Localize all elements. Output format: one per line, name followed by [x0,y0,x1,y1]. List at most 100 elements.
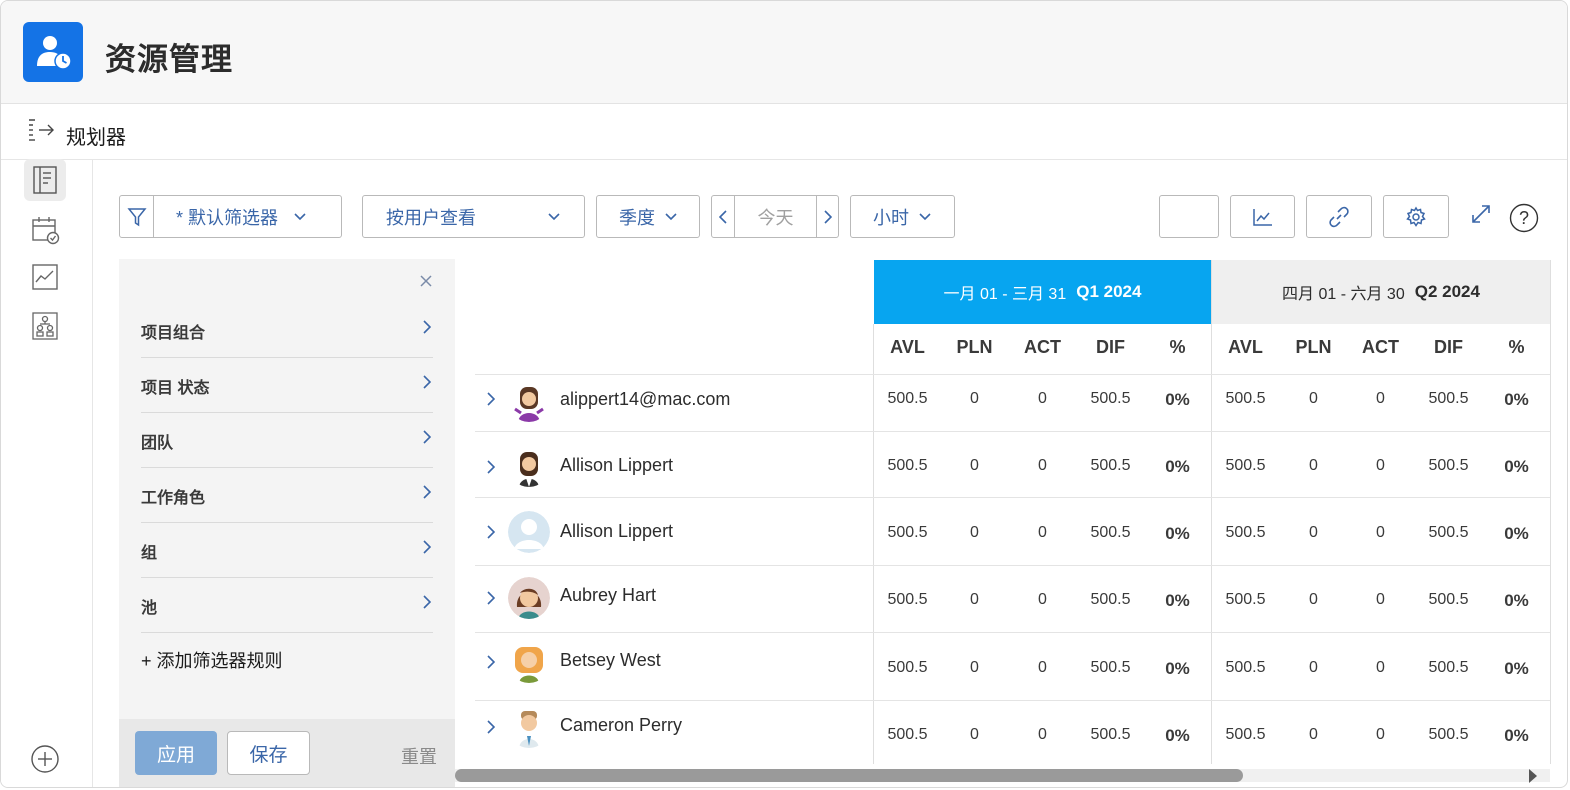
divider [1550,260,1551,764]
filter-select[interactable]: * 默认筛选器 [153,195,342,238]
cell-value: 0% [1504,524,1529,543]
period-select[interactable]: 季度 [596,195,700,238]
page-title: 规划器 [66,127,126,149]
cell-value: 0 [1376,524,1385,541]
cell-value: 0 [1376,659,1385,676]
close-icon[interactable] [419,271,433,294]
cell-value: 0 [1038,524,1047,541]
quarter-header: 四月 01 - 六月 30 Q2 2024 [1212,260,1550,324]
filter-item-label: 项目组合 [141,325,206,342]
user-name[interactable]: Aubrey Hart [560,585,656,606]
org-chart-icon[interactable] [24,305,66,347]
settings-button[interactable] [1383,195,1449,238]
cell-value: 500.5 [1225,457,1266,474]
chevron-right-icon[interactable] [487,460,495,474]
cell-value: 500.5 [1090,591,1131,608]
chart-toggle-button[interactable] [1230,195,1295,238]
filter-item[interactable]: 工作角色 [141,468,433,523]
user-name[interactable]: alippert14@mac.com [560,389,730,410]
link-button[interactable] [1306,195,1372,238]
cell-value: 0 [1038,390,1047,407]
avatar [509,708,549,748]
chevron-down-icon [919,212,931,220]
avatar [509,447,549,487]
filter-item-label: 工作角色 [141,490,206,507]
cell-value: 500.5 [1428,457,1469,474]
chevron-right-icon[interactable] [487,655,495,669]
user-name[interactable]: Allison Lippert [560,521,673,542]
filter-item-label: 池 [141,600,158,617]
column-header: PLN [1295,337,1332,357]
help-icon[interactable]: ? [1509,203,1539,238]
planner-icon[interactable] [24,159,66,201]
filter-item[interactable]: 项目组合 [141,303,433,358]
chevron-down-icon [548,212,560,220]
chevron-right-icon[interactable] [487,392,495,406]
chevron-right-icon[interactable] [487,525,495,539]
collapse-arrow-icon[interactable] [27,118,55,149]
cell-value: 0% [1504,457,1529,476]
cell-value: 0 [1038,457,1047,474]
today-button[interactable]: 今天 [734,195,817,238]
quarter-range: 一月 01 - 三月 31 [943,286,1067,303]
cell-value: 500.5 [887,390,928,407]
filter-item[interactable]: 池 [141,578,433,633]
quarter-header: 一月 01 - 三月 31 Q1 2024 [874,260,1211,324]
cell-value: 0% [1504,591,1529,610]
calendar-check-icon[interactable] [24,209,66,251]
cell-value: 500.5 [1090,457,1131,474]
user-name[interactable]: Betsey West [560,650,661,671]
cell-value: 500.5 [1428,726,1469,743]
reset-button[interactable]: 重置 [401,743,437,769]
scrollbar-thumb[interactable] [455,769,1243,782]
cell-value: 500.5 [1225,390,1266,407]
gear-icon [1406,206,1426,227]
cell-value: 500.5 [1090,524,1131,541]
view-by-select[interactable]: 按用户查看 [362,195,585,238]
filter-toggle-button[interactable] [119,195,154,238]
cell-value: 0 [1376,726,1385,743]
cell-value: 0 [1376,591,1385,608]
blank-toolbar-button[interactable] [1159,195,1219,238]
expand-icon[interactable] [1470,203,1492,230]
prev-period-button[interactable] [711,195,735,238]
avatar [509,643,549,683]
today-label: 今天 [757,207,794,228]
scroll-right-icon[interactable] [1528,768,1538,784]
cell-value: 0% [1165,591,1190,610]
chevron-down-icon [665,212,677,220]
avatar [508,511,550,553]
line-chart-icon[interactable] [24,256,66,298]
unit-select[interactable]: 小时 [850,195,955,238]
chevron-right-icon[interactable] [487,720,495,734]
chevron-right-icon[interactable] [487,591,495,605]
cell-value: 0 [970,524,979,541]
app-header [1,1,1567,104]
filter-item[interactable]: 团队 [141,413,433,468]
chevron-down-icon [294,212,306,220]
cell-value: 0 [970,457,979,474]
divider [475,497,1550,498]
filter-item[interactable]: 项目 状态 [141,358,433,413]
chevron-right-icon [423,375,431,389]
user-name[interactable]: Allison Lippert [560,455,673,476]
apply-button[interactable]: 应用 [135,731,217,775]
divider [475,700,1550,701]
plus-circle-icon[interactable] [24,738,66,780]
chevron-right-icon [423,430,431,444]
cell-value: 0% [1504,390,1529,409]
cell-value: 500.5 [1225,659,1266,676]
cell-value: 500.5 [1090,726,1131,743]
divider [475,632,1550,633]
next-period-button[interactable] [816,195,839,238]
filter-item[interactable]: 组 [141,523,433,578]
chevron-left-icon [719,209,727,224]
cell-value: 0 [1309,457,1318,474]
user-name[interactable]: Cameron Perry [560,715,682,736]
column-header: AVL [890,337,925,357]
add-filter-rule-link[interactable]: + 添加筛选器规则 [141,647,283,673]
avatar [509,382,549,422]
save-button[interactable]: 保存 [227,731,310,775]
cell-value: 0 [1038,591,1047,608]
app-title: 资源管理 [105,42,233,77]
